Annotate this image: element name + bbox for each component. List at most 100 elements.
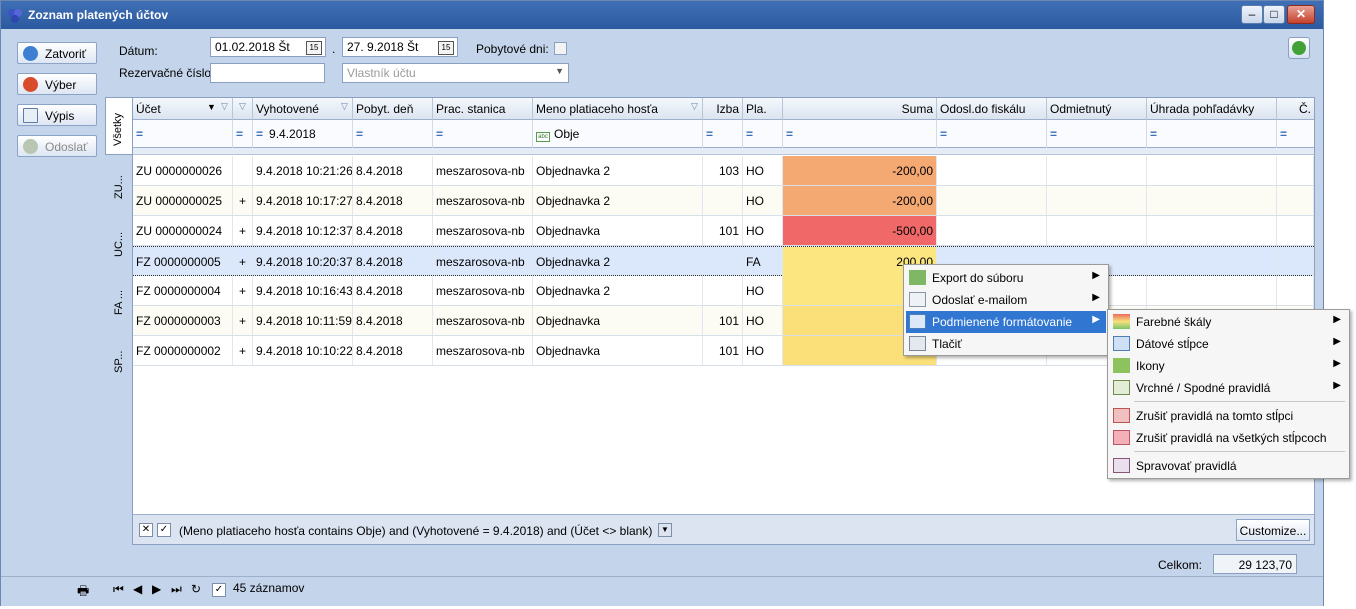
cell-pobyt[interactable]: 8.4.2018 — [353, 306, 433, 335]
cell-empty[interactable] — [1277, 276, 1314, 305]
filter-stanica[interactable]: = — [433, 120, 533, 148]
cell-izba[interactable]: 103 — [703, 156, 743, 185]
col-stanica[interactable]: Prac. stanica — [433, 98, 533, 120]
filter-fiskal[interactable]: = — [937, 120, 1047, 148]
cell-meno[interactable]: Objednavka — [533, 306, 703, 335]
col-meno[interactable]: Meno platiaceho hosťa ▽ — [533, 98, 703, 120]
col-uhrada[interactable]: Úhrada pohľadávky — [1147, 98, 1277, 120]
filter-icon[interactable]: ▽ — [221, 101, 228, 112]
refresh-button[interactable] — [1288, 37, 1310, 59]
cell-vyhotovene[interactable]: 9.4.2018 10:16:43 — [253, 276, 353, 305]
cell-flag[interactable]: + — [233, 276, 253, 305]
cell-flag[interactable]: + — [233, 247, 253, 276]
cell-empty[interactable] — [1147, 156, 1277, 185]
filter-meno[interactable]: abc Obje — [533, 120, 703, 148]
menu-conditional-format[interactable]: Podmienené formátovanie ▶ — [906, 311, 1106, 333]
refresh-records-icon[interactable]: ↻ — [191, 582, 201, 596]
cell-pla[interactable]: HO — [743, 276, 783, 305]
cell-empty[interactable] — [1277, 156, 1314, 185]
cell-ucet[interactable]: FZ 0000000004 — [133, 276, 233, 305]
menu-export[interactable]: Export do súboru ▶ — [906, 267, 1106, 289]
cell-vyhotovene[interactable]: 9.4.2018 10:17:27 — [253, 186, 353, 215]
table-row[interactable]: FZ 0000000005 +9.4.2018 10:20:37 8.4.2018 m… — [133, 246, 1314, 276]
table-row[interactable]: ZU 0000000024 +9.4.2018 10:12:37 8.4.2018 m… — [133, 216, 1314, 246]
cell-meno[interactable]: Objednavka 2 — [533, 156, 703, 185]
cell-izba[interactable] — [703, 276, 743, 305]
cell-stanica[interactable]: meszarosova-nb — [433, 306, 533, 335]
filter-enabled-checkbox[interactable]: ✓ — [157, 523, 171, 537]
cell-empty[interactable] — [1147, 186, 1277, 215]
cell-pla[interactable]: HO — [743, 156, 783, 185]
mark-checkbox[interactable]: ✓ — [212, 583, 226, 597]
cell-vyhotovene[interactable]: 9.4.2018 10:12:37 — [253, 216, 353, 245]
submenu-manage-rules[interactable]: Spravovať pravidlá — [1110, 455, 1347, 477]
tab-fa[interactable]: FA ... — [105, 277, 133, 317]
filter-uhrada[interactable]: = — [1147, 120, 1277, 148]
cell-izba[interactable] — [703, 186, 743, 215]
col-odmietnuty[interactable]: Odmietnutý — [1047, 98, 1147, 120]
cell-empty[interactable] — [937, 156, 1047, 185]
printer-icon[interactable]: 🖶 — [77, 582, 89, 604]
close-button[interactable]: Zatvoriť — [17, 42, 97, 64]
tab-uc[interactable]: UC... — [105, 225, 133, 265]
submenu-top-bottom[interactable]: Vrchné / Spodné pravidlá ▶ — [1110, 377, 1347, 399]
cell-meno[interactable]: Objednavka 2 — [533, 186, 703, 215]
col-suma[interactable]: Suma — [783, 98, 937, 120]
cell-ucet[interactable]: FZ 0000000005 — [133, 247, 233, 276]
cell-pobyt[interactable]: 8.4.2018 — [353, 216, 433, 245]
cell-suma[interactable]: -200,00 — [783, 186, 937, 215]
cell-stanica[interactable]: meszarosova-nb — [433, 186, 533, 215]
close-window-button[interactable]: ✕ — [1287, 5, 1315, 24]
next-record-icon[interactable]: ▶ — [152, 582, 161, 596]
cell-pla[interactable]: HO — [743, 336, 783, 365]
submenu-clear-column[interactable]: Zrušiť pravidlá na tomto stĺpci — [1110, 405, 1347, 427]
date-from-input[interactable]: 01.02.2018 Št 15 — [210, 37, 326, 57]
calendar-icon[interactable]: 15 — [438, 41, 454, 55]
cell-flag[interactable]: + — [233, 306, 253, 335]
filter-icon[interactable]: ▽ — [691, 101, 698, 112]
cell-flag[interactable]: + — [233, 216, 253, 245]
submenu-color-scales[interactable]: Farebné škály ▶ — [1110, 311, 1347, 333]
tab-all[interactable]: Všetky — [105, 97, 133, 155]
filter-history-dropdown[interactable]: ▼ — [658, 523, 672, 537]
cell-izba[interactable]: 101 — [703, 216, 743, 245]
cell-pla[interactable]: HO — [743, 306, 783, 335]
filter-cislo[interactable]: = — [1277, 120, 1314, 148]
col-pobyt[interactable]: Pobyt. deň — [353, 98, 433, 120]
cell-ucet[interactable]: ZU 0000000026 — [133, 156, 233, 185]
filter-icon[interactable]: ▽ — [239, 101, 246, 112]
maximize-button[interactable]: □ — [1263, 5, 1285, 24]
cell-vyhotovene[interactable]: 9.4.2018 10:11:59 — [253, 306, 353, 335]
filter-izba[interactable]: = — [703, 120, 743, 148]
cell-meno[interactable]: Objednavka 2 — [533, 276, 703, 305]
cell-empty[interactable] — [937, 186, 1047, 215]
table-row[interactable]: ZU 0000000025 +9.4.2018 10:17:27 8.4.2018 m… — [133, 186, 1314, 216]
cell-vyhotovene[interactable]: 9.4.2018 10:21:26 — [253, 156, 353, 185]
filter-pla[interactable]: = — [743, 120, 783, 148]
cell-stanica[interactable]: meszarosova-nb — [433, 336, 533, 365]
reservation-input[interactable] — [210, 63, 325, 83]
cell-empty[interactable] — [1047, 216, 1147, 245]
cell-empty[interactable] — [937, 216, 1047, 245]
submenu-clear-all[interactable]: Zrušiť pravidlá na všetkých stĺpcoch — [1110, 427, 1347, 449]
filter-icon[interactable]: ▽ — [341, 101, 348, 112]
cell-izba[interactable]: 101 — [703, 336, 743, 365]
stay-days-checkbox[interactable] — [554, 42, 567, 55]
menu-email[interactable]: Odoslať e-mailom ▶ — [906, 289, 1106, 311]
filter-suma[interactable]: = — [783, 120, 937, 148]
submenu-data-bars[interactable]: Dátové stĺpce ▶ — [1110, 333, 1347, 355]
cell-pla[interactable]: HO — [743, 186, 783, 215]
filter-flag[interactable]: = — [233, 120, 253, 148]
send-button[interactable]: Odoslať — [17, 135, 97, 157]
cell-pobyt[interactable]: 8.4.2018 — [353, 186, 433, 215]
cell-izba[interactable]: 101 — [703, 306, 743, 335]
cell-meno[interactable]: Objednavka — [533, 216, 703, 245]
cell-empty[interactable] — [1277, 216, 1314, 245]
filter-odmietnuty[interactable]: = — [1047, 120, 1147, 148]
cell-stanica[interactable]: meszarosova-nb — [433, 276, 533, 305]
cell-empty[interactable] — [1277, 186, 1314, 215]
tab-zu[interactable]: ZU... — [105, 167, 133, 207]
col-flag[interactable]: ▽ — [233, 98, 253, 120]
prev-record-icon[interactable]: ◀ — [133, 582, 142, 596]
cell-ucet[interactable]: ZU 0000000025 — [133, 186, 233, 215]
